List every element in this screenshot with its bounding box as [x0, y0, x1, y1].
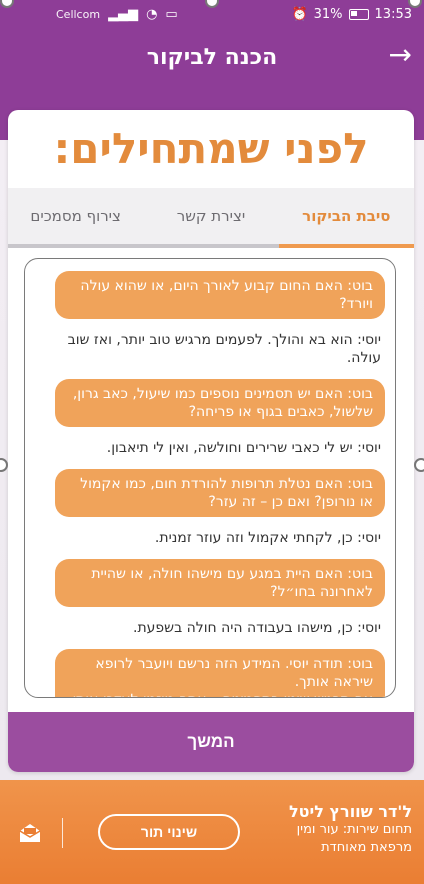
chat-message-user: יוסי: הוא בא והולך. לפעמים מרגיש טוב יות…: [67, 332, 381, 366]
chat-message-bot: בוט: האם היית במגע עם מישהו חולה, או שהי…: [55, 559, 385, 607]
chat-message-user: יוסי: כן, מישהו בעבודה היה חולה בשפעת.: [133, 620, 381, 636]
chat-message-bot: בוט: תודה יוסי. המידע הזה נרשם ויועבר לר…: [55, 649, 385, 697]
doctor-clinic: מרפאת מאוחדת: [321, 840, 412, 855]
main-card: לפני שמתחילים: סיבת הביקור יצירת קשר ציר…: [8, 110, 414, 772]
mail-open-icon[interactable]: [18, 822, 42, 844]
section-heading: לפני שמתחילים:: [53, 124, 369, 173]
continue-button[interactable]: המשך: [8, 712, 414, 772]
chat-message-bot: בוט: האם החום קבוע לאורך היום, או שהוא ע…: [55, 271, 385, 319]
chat-transcript[interactable]: בוט: האם החום קבוע לאורך היום, או שהוא ע…: [24, 258, 396, 698]
battery-icon: [348, 8, 369, 20]
change-appointment-button[interactable]: שינוי תור: [98, 814, 240, 850]
tab-contact[interactable]: יצירת קשר: [143, 188, 278, 244]
doctor-service: תחום שירות: עור ומין: [296, 822, 412, 837]
alarm-icon: ⏰: [291, 6, 308, 22]
doctor-info: ל'דר שוורץ ליטל תחום שירות: עור ומין מרפ…: [289, 802, 412, 857]
tab-visit-reason[interactable]: סיבת הביקור: [278, 188, 414, 248]
chat-message-user: יוסי: יש לי כאבי שרירים וחולשה, ואין לי …: [106, 440, 381, 456]
app-header: הכנה לביקור →: [0, 28, 424, 86]
wifi-icon: ◔: [146, 6, 158, 22]
chat-message-bot: בוט: האם נטלת תרופות להורדת חום, כמו אקמ…: [55, 469, 385, 517]
carrier-label: Cellcom: [56, 7, 101, 21]
tab-bar: סיבת הביקור יצירת קשר צירוף מסמכים: [8, 188, 414, 248]
clock: 13:53: [374, 6, 412, 22]
app-screen: Cellcom ▂▄▆ ◔ ▭ ⏰ 31% 13:53 הכנה לביקור …: [0, 0, 424, 884]
tab-attach-documents[interactable]: צירוף מסמכים: [8, 188, 143, 244]
doctor-name: ל'דר שוורץ ליטל: [288, 802, 412, 821]
arrow-right-icon[interactable]: →: [389, 40, 412, 70]
cast-icon: ▭: [165, 6, 178, 22]
chat-message-user: יוסי: כן, לקחתי אקמול וזה עוזר זמנית.: [154, 530, 381, 546]
selection-handle: [0, 458, 8, 472]
doctor-bar: ל'דר שוורץ ליטל תחום שירות: עור ומין מרפ…: [0, 780, 424, 884]
selection-handle: [414, 458, 424, 472]
status-right: ⏰ 31% 13:53: [291, 7, 412, 22]
chat-message-bot: בוט: האם יש תסמינים נוספים כמו שיעול, כא…: [55, 379, 385, 427]
battery-percent: 31%: [313, 6, 343, 22]
signal-icon: ▂▄▆: [108, 6, 139, 22]
page-title: הכנה לביקור: [146, 44, 278, 70]
status-left: Cellcom ▂▄▆ ◔ ▭: [56, 7, 178, 22]
divider: [62, 818, 63, 848]
